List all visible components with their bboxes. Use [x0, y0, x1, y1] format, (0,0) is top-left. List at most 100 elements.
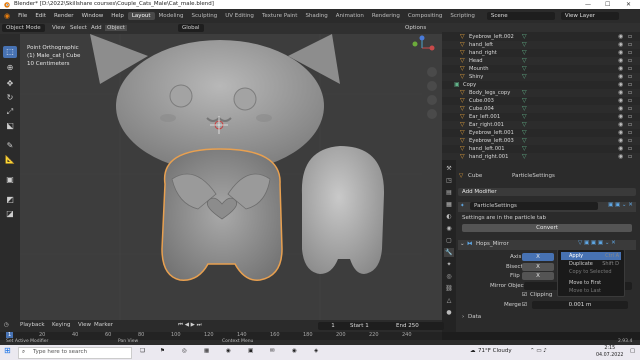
- render-toggle-icon[interactable]: ▫: [628, 49, 632, 57]
- outliner-object-row[interactable]: ▽ Eyebrow_left.003 ▽ ◉ ▫: [442, 137, 640, 145]
- viewport-menu-select[interactable]: Select: [70, 25, 87, 31]
- tab-uv-editing[interactable]: UV Editing: [221, 12, 258, 20]
- hops-tool-icon[interactable]: ◩: [3, 194, 17, 206]
- task-view-icon[interactable]: ❏: [140, 348, 145, 354]
- scene-selector[interactable]: Scene: [486, 12, 555, 20]
- render-toggle-icon[interactable]: ▫: [628, 153, 632, 160]
- end-frame-field[interactable]: End 250: [392, 322, 444, 330]
- render-toggle-icon[interactable]: ▫: [628, 121, 632, 129]
- chrome-app-icon[interactable]: ◉: [226, 348, 231, 354]
- visibility-eye-icon[interactable]: ◉: [618, 97, 623, 105]
- timeline-menu-keying[interactable]: Keying: [52, 322, 70, 328]
- outliner-object-row[interactable]: ▽ Cube.003 ▽ ◉ ▫: [442, 97, 640, 105]
- bisect-x-toggle[interactable]: X: [522, 263, 554, 271]
- transform-orientation-dropdown[interactable]: Global: [178, 24, 204, 32]
- visibility-eye-icon[interactable]: ◉: [618, 33, 623, 41]
- menu-edit[interactable]: Edit: [31, 13, 50, 19]
- taskbar-clock[interactable]: 2:15 04.07.2022: [596, 345, 623, 359]
- tab-rendering[interactable]: Rendering: [368, 12, 404, 20]
- navigation-gizmo[interactable]: [402, 34, 442, 154]
- playback-controls[interactable]: ⏮ ◀ ▶ ⏭: [178, 322, 202, 329]
- timeline-menu-playback[interactable]: Playback: [20, 322, 45, 328]
- add-cube-tool-icon[interactable]: ▣: [3, 174, 17, 186]
- visibility-eye-icon[interactable]: ◉: [618, 41, 623, 49]
- outliner-object-row[interactable]: ▽ hand_left ▽ ◉ ▫: [442, 41, 640, 49]
- material-tab-icon[interactable]: ●: [444, 308, 454, 317]
- render-toggle-icon[interactable]: ▫: [628, 89, 632, 97]
- outliner-object-row[interactable]: ▽ Shiny ▽ ◉ ▫: [442, 73, 640, 81]
- visibility-eye-icon[interactable]: ◉: [618, 49, 623, 57]
- object-mode-dropdown[interactable]: Object Mode: [2, 24, 45, 32]
- tool-tab-icon[interactable]: ⚒: [444, 164, 454, 173]
- render-toggle-icon[interactable]: ▫: [628, 97, 632, 105]
- camera-view-icon[interactable]: [427, 95, 437, 105]
- maximize-button[interactable]: ☐: [605, 1, 610, 8]
- visibility-eye-icon[interactable]: ◉: [618, 153, 623, 160]
- object-tab-icon[interactable]: ▢: [444, 236, 454, 245]
- mirror-modifier-toggles[interactable]: ▽ ▣ ▣ ▣ ⌄ ✕: [578, 240, 616, 246]
- constraints-tab-icon[interactable]: ⛓: [444, 284, 454, 293]
- timeline-editor-icon[interactable]: ◷: [4, 322, 9, 328]
- perspective-toggle-icon[interactable]: [427, 109, 437, 119]
- output-tab-icon[interactable]: ▤: [444, 188, 454, 197]
- start-frame-field[interactable]: Start 1: [346, 322, 394, 330]
- visibility-eye-icon[interactable]: ◉: [618, 129, 623, 137]
- menu-item-move-to-last[interactable]: Move to Last: [561, 287, 621, 295]
- axis-x-icon[interactable]: [429, 45, 435, 51]
- outliner-object-row[interactable]: ▽ hand_left.001 ▽ ◉ ▫: [442, 145, 640, 153]
- viewport-menu-view[interactable]: View: [52, 25, 65, 31]
- render-toggle-icon[interactable]: ▫: [628, 41, 632, 49]
- options-dropdown[interactable]: Options: [405, 25, 426, 31]
- menu-item-copy-to-selected[interactable]: Copy to Selected: [561, 268, 621, 276]
- current-frame-field[interactable]: 1: [318, 322, 348, 330]
- modifier-tab-icon[interactable]: 🔧: [444, 248, 454, 257]
- tab-sculpting[interactable]: Sculpting: [188, 12, 222, 20]
- explorer-app-icon[interactable]: ▦: [204, 348, 209, 354]
- 3d-viewport[interactable]: [20, 34, 422, 320]
- menu-file[interactable]: File: [14, 13, 31, 19]
- view-layer-tab-icon[interactable]: ▦: [444, 200, 454, 209]
- merge-distance-field[interactable]: 0.001 m: [532, 301, 628, 309]
- menu-render[interactable]: Render: [50, 13, 78, 19]
- outliner-object-row[interactable]: ▽ Ear_right.001 ▽ ◉ ▫: [442, 121, 640, 129]
- collapse-arrow-icon[interactable]: ⌄: [460, 241, 465, 247]
- physics-tab-icon[interactable]: ◎: [444, 272, 454, 281]
- view-layer-selector[interactable]: View Layer: [560, 12, 619, 20]
- outliner-object-row[interactable]: ▽ Head ▽ ◉ ▫: [442, 57, 640, 65]
- outliner-object-row[interactable]: ▽ Cube.004 ▽ ◉ ▫: [442, 105, 640, 113]
- axis-x-toggle[interactable]: X: [522, 253, 554, 261]
- modifier-visibility-icons[interactable]: ▣ ▣ ⌄ ✕: [608, 202, 633, 208]
- mirror-modifier-name[interactable]: Hops_Mirror: [476, 241, 509, 247]
- add-modifier-button[interactable]: Add Modifier: [458, 188, 636, 196]
- close-button[interactable]: ✕: [626, 1, 631, 8]
- menu-window[interactable]: Window: [78, 13, 108, 19]
- tab-animation[interactable]: Animation: [332, 12, 368, 20]
- visibility-eye-icon[interactable]: ◉: [618, 113, 623, 121]
- tab-texture-paint[interactable]: Texture Paint: [258, 12, 302, 20]
- render-tab-icon[interactable]: ◳: [444, 176, 454, 185]
- render-toggle-icon[interactable]: ▫: [628, 73, 632, 81]
- render-toggle-icon[interactable]: ▫: [628, 137, 632, 145]
- tray-icons[interactable]: ⌃ ▭ ♪: [530, 348, 547, 354]
- flag-app-icon[interactable]: ⚑: [160, 348, 165, 354]
- particles-tab-icon[interactable]: ✦: [444, 260, 454, 269]
- zoom-icon[interactable]: [427, 67, 437, 77]
- visibility-eye-icon[interactable]: ◉: [618, 57, 623, 65]
- convert-button[interactable]: Convert: [462, 224, 632, 232]
- axis-y-icon[interactable]: [412, 41, 418, 47]
- scale-tool-icon[interactable]: ⤢: [3, 106, 17, 118]
- outliner-object-row[interactable]: ▽ Mounth ▽ ◉ ▫: [442, 65, 640, 73]
- outliner-object-row[interactable]: ▽ Body_legs_copy ▽ ◉ ▫: [442, 89, 640, 97]
- minimize-button[interactable]: —: [585, 1, 591, 8]
- visibility-eye-icon[interactable]: ◉: [618, 105, 623, 113]
- scene-tab-icon[interactable]: ◐: [444, 212, 454, 221]
- render-toggle-icon[interactable]: ▫: [628, 105, 632, 113]
- rotate-tool-icon[interactable]: ↻: [3, 92, 17, 104]
- visibility-eye-icon[interactable]: ◉: [618, 145, 623, 153]
- outliner-filter-bar[interactable]: [442, 23, 640, 32]
- particle-modifier-header[interactable]: ✦ ParticleSettings ▣ ▣ ⌄ ✕: [458, 202, 636, 212]
- cursor-tool-icon[interactable]: ⊕: [3, 62, 17, 74]
- render-toggle-icon[interactable]: ▫: [628, 129, 632, 137]
- blender-app-icon[interactable]: ◉: [292, 348, 297, 354]
- outliner-object-row[interactable]: ▽ hand_right ▽ ◉ ▫: [442, 49, 640, 57]
